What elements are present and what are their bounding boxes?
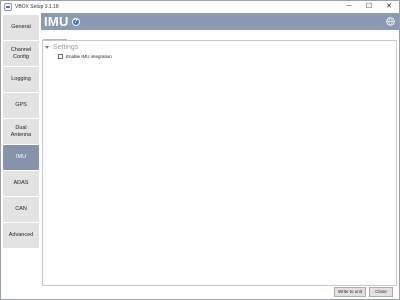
sidebar-item-can[interactable]: CAN (3, 197, 39, 222)
sidebar-item-adas[interactable]: ADAS (3, 171, 39, 196)
section-title: Settings (53, 44, 79, 51)
sidebar-item-label: ADAS (13, 180, 29, 186)
app-window: VBOX Setup 3.1.18 ─ ☐ ✕ General Channel … (0, 0, 400, 300)
sidebar-item-label: Logging (11, 76, 31, 82)
main-content: IMU ? Settings Settings Enable IMU integ… (41, 13, 399, 299)
sidebar-item-advanced[interactable]: Advanced (3, 223, 39, 248)
sidebar-item-label: IMU (15, 154, 27, 160)
page-header: IMU ? (41, 13, 399, 30)
tab-strip: Settings (43, 32, 68, 47)
imu-integration-option[interactable]: Enable IMU integration (58, 54, 112, 59)
minimize-button[interactable]: ─ (339, 1, 359, 13)
sidebar-item-dual-antenna[interactable]: Dual Antenna (3, 119, 39, 144)
help-icon[interactable]: ? (71, 18, 80, 26)
settings-panel: Settings Enable IMU integration (42, 40, 397, 286)
sidebar-item-label: Advanced (8, 232, 34, 238)
enable-imu-label[interactable]: Enable IMU integration (66, 54, 112, 59)
section-header[interactable]: Settings (45, 44, 78, 51)
title-bar: VBOX Setup 3.1.18 ─ ☐ ✕ (1, 1, 399, 13)
sidebar-nav: General Channel Config Logging GPS Dual … (2, 13, 41, 299)
collapse-arrow-icon[interactable] (45, 46, 49, 49)
sidebar-item-label: GPS (15, 102, 27, 108)
sidebar-item-channel-config[interactable]: Channel Config (3, 41, 39, 66)
page-title: IMU (44, 14, 69, 29)
close-button[interactable]: Close (369, 287, 393, 297)
app-icon (4, 3, 12, 11)
sidebar-item-logging[interactable]: Logging (3, 67, 39, 92)
enable-imu-checkbox[interactable] (58, 54, 63, 59)
sidebar-item-label: Channel Config (10, 46, 32, 60)
sidebar-item-label: General (11, 24, 31, 30)
sidebar-item-label: CAN (15, 206, 27, 212)
window-title: VBOX Setup 3.1.18 (15, 4, 59, 10)
sidebar-item-label: Dual Antenna (10, 124, 32, 138)
globe-icon[interactable] (386, 17, 395, 26)
sidebar-item-gps[interactable]: GPS (3, 93, 39, 118)
sidebar-item-general[interactable]: General (3, 15, 39, 40)
close-window-button[interactable]: ✕ (379, 1, 399, 13)
write-to-unit-button[interactable]: Write to unit (334, 287, 366, 297)
sidebar-item-imu[interactable]: IMU (3, 145, 39, 170)
maximize-button[interactable]: ☐ (359, 1, 379, 13)
